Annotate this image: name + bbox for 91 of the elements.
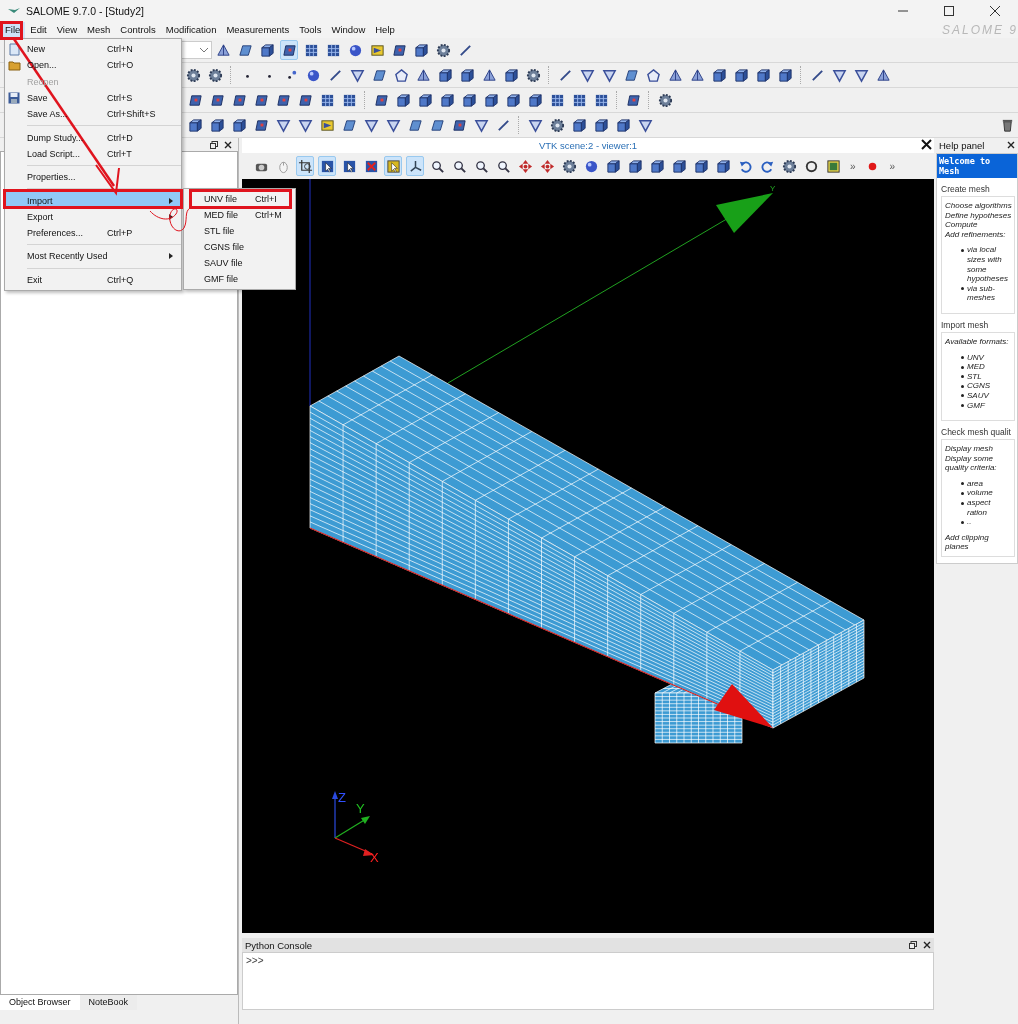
section-title: Create mesh (941, 184, 991, 194)
document-icon (8, 42, 20, 56)
bullet-icon (961, 287, 964, 291)
help-text: Available formats: (945, 336, 1010, 347)
menu-item[interactable]: Save Ctrl+S (5, 89, 181, 107)
bullet-icon (961, 404, 964, 407)
help-text: area (967, 478, 983, 489)
bullet-icon (961, 356, 964, 360)
menu-item[interactable]: Measurements (221, 22, 295, 38)
menu-item[interactable]: Export (5, 208, 181, 225)
help-text: aspect ration (967, 498, 992, 518)
console-prompt: >>> (246, 955, 264, 966)
dock-tab[interactable]: NoteBook (79, 995, 138, 1010)
menu-item[interactable]: Edit (25, 22, 52, 38)
help-text: STL (967, 371, 982, 382)
help-text: via sub-meshes (967, 283, 996, 303)
axis-label: Y (356, 801, 365, 816)
panel-title: Help panel (939, 140, 985, 151)
axis-label: X (370, 850, 379, 865)
help-text: .. (967, 517, 972, 527)
bullet-icon (961, 501, 964, 505)
close-icon[interactable] (1007, 141, 1015, 149)
bullet-icon (961, 482, 964, 486)
window-title: SALOME 9.7.0 - [Study2] (26, 5, 144, 17)
bullet-icon (961, 491, 964, 495)
axes-icon[interactable] (406, 156, 424, 176)
menu-item[interactable]: Mesh (82, 22, 116, 38)
close-icon[interactable] (224, 140, 232, 149)
menu-item[interactable]: New Ctrl+N (5, 41, 181, 58)
crop-icon[interactable] (296, 156, 314, 176)
help-text: volume (967, 488, 993, 499)
submenu-arrow-icon (169, 253, 173, 260)
python-console[interactable]: >>> (242, 952, 934, 1010)
bullet-icon (961, 375, 964, 379)
viewer-title: VTK scene:2 - viewer:1 (538, 140, 638, 151)
app-logo-icon (8, 7, 20, 15)
submenu-arrow-icon (169, 213, 173, 220)
help-text: MED (967, 362, 985, 372)
app-logo-text: SALOME 9 (941, 23, 1018, 37)
overflow-button[interactable]: » (850, 160, 856, 172)
help-text: Display mesh (945, 444, 994, 454)
cursor-icon[interactable] (384, 156, 402, 176)
cursor-icon[interactable] (318, 156, 336, 176)
bullet-icon (961, 384, 964, 388)
help-text: Choose algorithms (945, 201, 1012, 211)
help-text: Display some quality criteria: (945, 453, 998, 473)
menu-item[interactable]: Load Script... Ctrl+T (5, 145, 181, 163)
menu-item[interactable]: Window (326, 22, 371, 38)
y-axis-cone (716, 193, 773, 233)
menu-item[interactable]: Help (370, 22, 400, 38)
overflow-button[interactable]: » (889, 160, 896, 172)
menu-item[interactable]: Preferences... Ctrl+P (5, 224, 181, 242)
menu-item[interactable]: View (51, 22, 83, 38)
scribble-mark (149, 207, 191, 232)
submenu-arrow-icon (169, 197, 173, 204)
dock-tab[interactable]: Object Browser (0, 995, 80, 1010)
help-text: CGNS (967, 381, 991, 391)
close-icon[interactable] (921, 139, 932, 150)
menu-item[interactable]: Modification (160, 22, 222, 38)
menu-item[interactable]: Properties... (5, 169, 181, 186)
block-icon[interactable] (280, 40, 298, 60)
help-text: UNV (967, 352, 984, 363)
caret-icon (200, 47, 208, 53)
restore-icon[interactable] (210, 140, 218, 149)
help-heading: Welcome to Mesh (937, 154, 1017, 178)
close-icon[interactable] (923, 941, 931, 949)
folder-icon (7, 59, 21, 71)
maximize-icon[interactable] (944, 6, 954, 16)
menu-item[interactable]: Controls (115, 22, 161, 38)
help-text: Define hypotheses (945, 210, 1012, 221)
help-text: SAUV (967, 390, 989, 401)
section-title: Import mesh (941, 319, 990, 330)
restore-icon[interactable] (909, 941, 917, 949)
help-text: GMF (967, 400, 985, 411)
menu-item[interactable]: Exit Ctrl+Q (5, 271, 181, 288)
menu-item[interactable]: Most Recently Used (5, 248, 181, 265)
axis-label: Y (770, 184, 776, 193)
highlight-frame (0, 21, 23, 40)
help-text: Add clipping planes (945, 532, 990, 553)
bullet-icon (961, 394, 964, 398)
help-text: Compute (945, 220, 979, 230)
bullet-icon (961, 248, 964, 252)
bullet-icon (961, 520, 964, 524)
menu-item[interactable]: Tools (294, 22, 327, 38)
axis-label: Z (338, 790, 346, 805)
bullet-icon (961, 365, 964, 369)
help-text: Add refinements: (945, 229, 1007, 240)
close-icon[interactable] (990, 6, 1000, 16)
x-axis-cone (714, 684, 773, 728)
section-title: Check mesh qualit (941, 427, 1012, 438)
console-title: Python Console (245, 939, 313, 951)
